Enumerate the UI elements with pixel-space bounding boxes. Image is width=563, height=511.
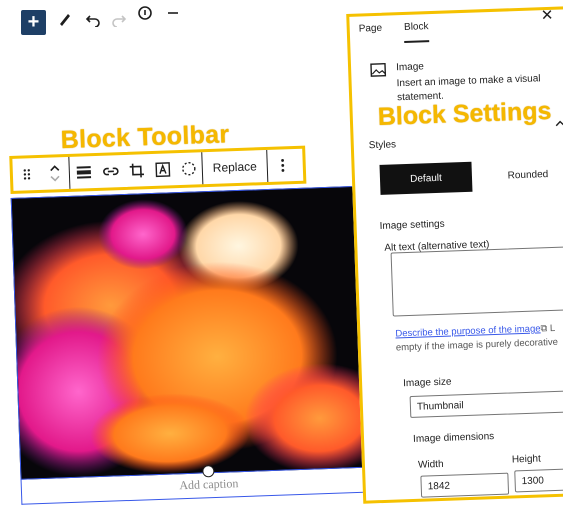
redo-button[interactable] bbox=[106, 6, 132, 32]
list-icon bbox=[168, 12, 178, 14]
more-options-button[interactable] bbox=[267, 149, 298, 182]
external-link-icon: ⧉ L bbox=[540, 322, 556, 335]
add-block-button[interactable]: + bbox=[21, 10, 46, 35]
image-size-label: Image size bbox=[402, 376, 452, 390]
pencil-icon bbox=[60, 14, 70, 26]
block-settings-annotation: Block Settings bbox=[377, 96, 552, 131]
link-button[interactable] bbox=[97, 155, 124, 188]
block-toolbar: Replace bbox=[9, 145, 307, 194]
tab-page[interactable]: Page bbox=[359, 23, 383, 45]
styles-heading: Styles bbox=[368, 139, 397, 152]
editor-canvas: Block Toolbar Replace Add caption bbox=[8, 107, 401, 505]
image-settings-heading: Image settings bbox=[379, 218, 445, 232]
tools-button[interactable] bbox=[52, 6, 78, 32]
top-toolbar: + bbox=[0, 0, 350, 40]
undo-button[interactable] bbox=[80, 6, 106, 32]
smoke-image bbox=[10, 185, 396, 479]
align-icon bbox=[76, 166, 92, 179]
settings-sidebar: Page Block ✕ Image Insert an image to ma… bbox=[346, 0, 563, 504]
plus-icon: + bbox=[27, 11, 40, 33]
width-input[interactable]: 1842 bbox=[420, 472, 510, 498]
drag-handle[interactable] bbox=[12, 158, 41, 191]
height-label: Height bbox=[511, 453, 541, 466]
image-block-icon bbox=[370, 62, 387, 77]
drag-icon bbox=[23, 169, 31, 180]
select-motif-button[interactable] bbox=[175, 152, 202, 185]
align-button[interactable] bbox=[69, 156, 98, 189]
dashed-circle-icon bbox=[182, 162, 196, 176]
style-default-button[interactable]: Default bbox=[379, 161, 473, 195]
chevron-up-down-icon bbox=[50, 165, 60, 182]
more-vertical-icon bbox=[281, 159, 285, 172]
details-button[interactable] bbox=[132, 0, 158, 26]
crop-button[interactable] bbox=[123, 154, 150, 187]
image-block[interactable] bbox=[10, 184, 397, 480]
chevron-up-icon bbox=[555, 120, 563, 127]
text-overlay-icon bbox=[155, 162, 171, 178]
move-buttons[interactable] bbox=[40, 157, 69, 190]
replace-button[interactable]: Replace bbox=[202, 150, 267, 184]
sidebar-tabs: Page Block bbox=[359, 21, 430, 44]
info-icon bbox=[138, 6, 152, 20]
close-icon: ✕ bbox=[540, 6, 554, 25]
alt-text-input[interactable] bbox=[390, 246, 563, 317]
undo-icon bbox=[85, 15, 100, 27]
style-rounded-button[interactable]: Rounded bbox=[481, 158, 563, 191]
close-button[interactable]: ✕ bbox=[540, 6, 554, 25]
block-title: Image bbox=[395, 61, 425, 74]
width-label: Width bbox=[417, 458, 444, 471]
tab-block[interactable]: Block bbox=[403, 21, 430, 43]
height-input[interactable]: 1300 bbox=[514, 467, 563, 493]
redo-icon bbox=[112, 15, 127, 27]
text-overlay-button[interactable] bbox=[149, 153, 176, 186]
list-view-button[interactable] bbox=[160, 0, 186, 26]
link-icon bbox=[103, 167, 119, 176]
crop-icon bbox=[129, 163, 145, 178]
